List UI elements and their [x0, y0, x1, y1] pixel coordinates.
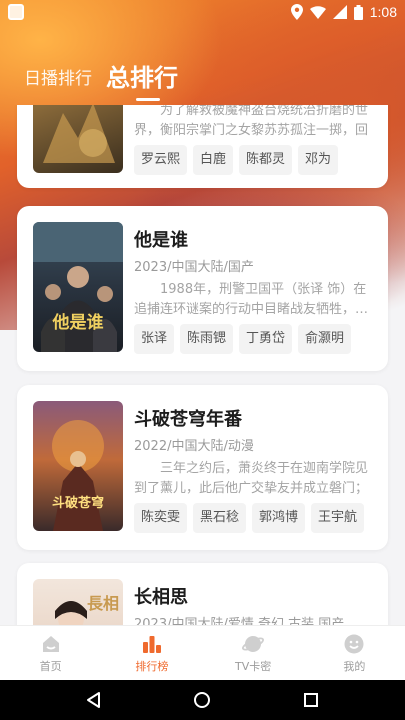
cast-tag[interactable]: 郭鸿博 — [252, 503, 306, 533]
profile-icon — [344, 634, 364, 653]
nav-home-label: 首页 — [39, 659, 62, 673]
movie-poster: 他是谁 — [33, 222, 123, 352]
cast-tag[interactable]: 黑石稔 — [193, 503, 247, 533]
poster-title-text: 他是谁 — [52, 312, 104, 333]
signal-icon — [332, 5, 347, 19]
cast-tag[interactable]: 白鹿 — [193, 145, 234, 175]
cast-tag[interactable]: 陈雨锶 — [180, 324, 234, 354]
status-time: 1:08 — [369, 4, 397, 20]
cast-tag[interactable]: 邓为 — [298, 145, 339, 175]
movie-meta: 2023/中国大陆/爱情,奇幻,古装,国产 — [134, 617, 345, 625]
list-item[interactable]: 为了解救被魔神盗台烧统治折磨的世界，衡阳宗掌门之女黎苏苏孤注一掷，回到… 罗云熙… — [17, 105, 388, 188]
recents-icon[interactable] — [302, 691, 320, 709]
poster-art — [43, 105, 115, 163]
battery-icon — [353, 4, 363, 20]
cast-tags: 罗云熙 白鹿 陈都灵 邓为 — [134, 145, 339, 175]
nav-home[interactable]: 首页 — [0, 626, 101, 680]
cast-tag[interactable]: 陈都灵 — [239, 145, 293, 175]
movie-title[interactable]: 斗破苍穹年番 — [134, 405, 242, 431]
cast-tag[interactable]: 张译 — [134, 324, 175, 354]
list-item[interactable]: 斗破苍穹 斗破苍穹年番 2022/中国大陆/动漫 三年之约后，萧炎终于在迦南学院… — [17, 385, 388, 550]
nav-profile-label: 我的 — [343, 659, 366, 673]
nav-tv-card[interactable]: TV卡密 — [203, 626, 304, 680]
list-item[interactable]: 長相 长相思 2023/中国大陆/爱情,奇幻,古装,国产 — [17, 563, 388, 625]
poster-art: 斗破苍穹 — [52, 420, 104, 531]
movie-title[interactable]: 他是谁 — [134, 226, 188, 252]
ranking-header: 日播排行 总排行 — [0, 55, 405, 105]
tab-total-label: 总排行 — [106, 64, 178, 92]
movie-title[interactable]: 长相思 — [134, 583, 188, 609]
list-item[interactable]: 他是谁 他是谁 2023/中国大陆/国产 1988年，刑警卫国平（张译 饰）在追… — [17, 206, 388, 371]
nav-ranking-label: 排行榜 — [135, 659, 169, 673]
cast-tag[interactable]: 陈奕雯 — [134, 503, 188, 533]
nav-profile[interactable]: 我的 — [304, 626, 405, 680]
tv-card-icon — [242, 635, 265, 652]
notification-icon — [8, 4, 24, 20]
cast-tag[interactable]: 王宇航 — [311, 503, 365, 533]
movie-meta: 2023/中国大陆/国产 — [134, 260, 254, 275]
tab-daily-ranking[interactable]: 日播排行 — [24, 64, 92, 105]
ranking-list[interactable]: 为了解救被魔神盗台烧统治折磨的世界，衡阳宗掌门之女黎苏苏孤注一掷，回到… 罗云熙… — [0, 105, 405, 625]
movie-poster: 長相 — [33, 579, 123, 625]
back-icon[interactable] — [85, 691, 103, 709]
bottom-navigation: 首页 排行榜 TV卡密 我的 — [0, 625, 405, 680]
movie-poster: 斗破苍穹 — [33, 401, 123, 531]
system-navigation-bar — [0, 680, 405, 720]
poster-title-text: 斗破苍穹 — [52, 495, 104, 511]
cast-tag[interactable]: 俞灏明 — [298, 324, 352, 354]
active-tab-indicator — [136, 98, 160, 101]
cast-tags: 张译 陈雨锶 丁勇岱 俞灏明 — [134, 324, 352, 354]
movie-poster — [33, 105, 123, 173]
tab-total-ranking[interactable]: 总排行 — [106, 58, 178, 105]
movie-meta: 2022/中国大陆/动漫 — [134, 439, 254, 454]
wifi-icon — [309, 6, 326, 19]
nav-tv-card-label: TV卡密 — [235, 659, 272, 673]
movie-description: 为了解救被魔神盗台烧统治折磨的世界，衡阳宗掌门之女黎苏苏孤注一掷，回到… — [134, 105, 369, 138]
nav-ranking[interactable]: 排行榜 — [101, 626, 202, 680]
poster-title-text: 長相 — [87, 594, 119, 613]
movie-description: 1988年，刑警卫国平（张译 饰）在追捕连环谜案的行动中目睹战友牺牲，… — [134, 282, 369, 317]
status-bar: 1:08 — [0, 0, 405, 24]
cast-tags: 陈奕雯 黑石稔 郭鸿博 王宇航 — [134, 503, 365, 533]
cast-tag[interactable]: 丁勇岱 — [239, 324, 293, 354]
home-icon — [42, 635, 59, 652]
location-icon — [290, 4, 303, 20]
poster-art: 他是谁 — [33, 222, 123, 352]
movie-description: 三年之约后，萧炎终于在迦南学院见到了薰儿，此后他广交挚友并成立磐门；为… — [134, 461, 369, 496]
ranking-icon — [142, 635, 161, 653]
cast-tag[interactable]: 罗云熙 — [134, 145, 188, 175]
home-button-icon[interactable] — [193, 691, 211, 709]
poster-art: 長相 — [55, 594, 119, 625]
